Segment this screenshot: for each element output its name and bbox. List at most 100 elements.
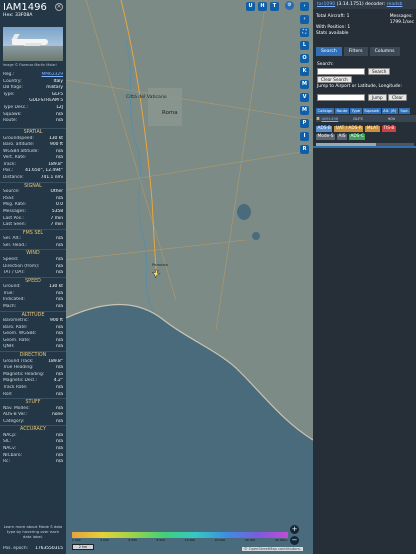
info-key: NACv: — [3, 446, 17, 452]
map-attribution[interactable]: © OpenStreetMap contributors. — [242, 547, 303, 551]
settings-icon[interactable]: ⚙ — [285, 1, 294, 10]
info-value: n/a — [56, 270, 63, 276]
callsign: IAM1496 — [3, 2, 47, 13]
map-side-button[interactable]: K — [300, 67, 309, 76]
altitude-tick: 20 000 — [214, 538, 226, 542]
altitude-tick: 30 000 — [244, 538, 256, 542]
info-row: Geom. Rate: n/a — [0, 338, 66, 345]
map-side-button[interactable]: L — [300, 41, 309, 50]
column-header[interactable]: Alt. (ft) — [381, 108, 398, 114]
info-value: n/a — [56, 446, 63, 452]
map-side-button[interactable]: P — [300, 119, 309, 128]
info-value: 7 min — [50, 215, 63, 221]
map-view[interactable]: Città del Vaticano Roma Pomezia U H T ⚙ … — [66, 0, 313, 554]
info-value: n/a — [56, 418, 63, 424]
map-side-button[interactable]: I — [300, 132, 309, 141]
info-row: True Heading: n/a — [0, 365, 66, 372]
total-aircraft-label: Total Aircraft: — [316, 14, 346, 19]
info-key: Source: — [3, 189, 20, 195]
map-side-button[interactable]: V — [300, 93, 309, 102]
fullscreen-icon[interactable]: ⛶ — [300, 28, 309, 37]
clear-button[interactable]: Clear — [388, 94, 407, 101]
detail-sections: SPATIAL Groundspeed: 130 kt Baro. altitude:… — [0, 128, 66, 466]
info-row: Reg.: MM62329 — [0, 72, 66, 79]
info-key: Ground Track: — [3, 358, 34, 364]
source-filter-badge[interactable]: UAT / ADS-R — [334, 126, 364, 132]
source-filter-badge[interactable]: ADS-B — [316, 126, 333, 132]
stats-available: Stats available — [316, 30, 349, 36]
tab-columns[interactable]: Columns — [369, 47, 400, 56]
column-header[interactable]: Route — [334, 108, 349, 114]
info-value[interactable]: MM62329 — [41, 72, 63, 79]
map-button-u[interactable]: U — [246, 2, 255, 11]
tab-filters[interactable]: Filters — [343, 47, 368, 56]
info-row: RSSI: n/a — [0, 196, 66, 203]
info-key: Last Seen: — [3, 222, 26, 228]
tar1090-link[interactable]: tar1090 — [317, 2, 335, 7]
search-input[interactable] — [317, 68, 365, 75]
info-value: n/a — [56, 439, 63, 445]
info-value: n/a — [56, 384, 63, 390]
info-row: Magnetic Heading: n/a — [0, 372, 66, 379]
search-button[interactable]: Search — [368, 68, 391, 75]
collapse-left-icon[interactable]: ‹ — [300, 15, 309, 24]
column-header[interactable]: Type — [349, 108, 362, 114]
info-value: n/a — [56, 118, 63, 124]
jump-input[interactable] — [317, 94, 365, 101]
column-header[interactable]: Spd. — [398, 108, 411, 114]
map-side-button[interactable]: O — [300, 54, 309, 63]
table-row[interactable]: IAM1496 GLF5 900 — [316, 115, 416, 122]
messages-value: 1799.1/sec — [389, 19, 414, 25]
map-button-t[interactable]: T — [270, 2, 279, 11]
source-filter-badge[interactable]: TIS-B — [381, 126, 396, 132]
source-filter-legend: ADS-B UAT / ADS-R MLAT TIS-B Mode-S AIS ADS-C — [316, 126, 416, 140]
section-header: STUFF — [0, 398, 66, 406]
source-filter-badge[interactable]: AIS — [337, 134, 347, 140]
info-value: n/a — [56, 111, 63, 117]
map-side-button[interactable]: M — [300, 106, 309, 115]
zoom-out-button[interactable]: − — [290, 536, 299, 545]
info-value: n/a — [56, 337, 63, 343]
readsb-link[interactable]: readsb — [387, 2, 403, 7]
jump-button[interactable]: Jump — [368, 94, 387, 101]
source-filter-badge[interactable]: ADS-C — [348, 134, 366, 140]
source-filter-badge[interactable]: MLAT — [365, 126, 380, 132]
section-header: WIND — [0, 249, 66, 257]
info-value: n/a — [56, 432, 63, 438]
info-value: 4.2° — [53, 378, 63, 384]
map-canvas[interactable] — [66, 0, 313, 554]
aircraft-photo[interactable] — [3, 27, 63, 61]
map-button-h[interactable]: H — [258, 2, 267, 11]
column-header[interactable]: Squawk — [362, 108, 381, 114]
altitude-tick: 2 000 — [72, 538, 81, 542]
info-row: WGS84 altitude: n/a — [0, 149, 66, 156]
altitude-tick: 40 000+ — [274, 538, 288, 542]
map-side-button[interactable]: R — [300, 145, 309, 154]
info-value: n/a — [56, 297, 63, 303]
info-value: 130 kt — [48, 284, 63, 290]
column-header[interactable]: Callsign — [316, 108, 334, 114]
info-value: n/a — [56, 303, 63, 309]
info-value: n/a — [56, 331, 63, 337]
info-row: Last Pos.: 7 min — [0, 216, 66, 223]
clear-search-button[interactable]: Clear Search — [317, 76, 352, 83]
zoom-in-button[interactable]: + — [290, 525, 299, 534]
info-key: Groundspeed: — [3, 135, 34, 141]
info-key: ADS-B Ver.: — [3, 412, 28, 418]
info-key: NACp: — [3, 432, 17, 438]
info-key: Last Pos.: — [3, 215, 24, 221]
info-key: Geom. Rate: — [3, 337, 31, 343]
info-value: 900 ft — [50, 142, 63, 148]
map-side-button[interactable]: M — [300, 80, 309, 89]
info-key: Type Desc.: — [3, 104, 29, 110]
collapse-right-icon[interactable]: › — [300, 2, 309, 11]
source-filter-badge[interactable]: Mode-S — [316, 134, 335, 140]
row-callsign[interactable]: IAM1496 — [320, 115, 340, 122]
info-key: TAT / OAT: — [3, 270, 25, 276]
info-key: QNH: — [3, 344, 15, 350]
tab-search[interactable]: Search — [316, 47, 342, 56]
info-key: Squawk: — [3, 111, 22, 117]
close-icon[interactable]: × — [55, 3, 63, 11]
info-value: n/a — [56, 344, 63, 350]
info-row: Pos.: 41.650°, 12.494° — [0, 168, 66, 175]
